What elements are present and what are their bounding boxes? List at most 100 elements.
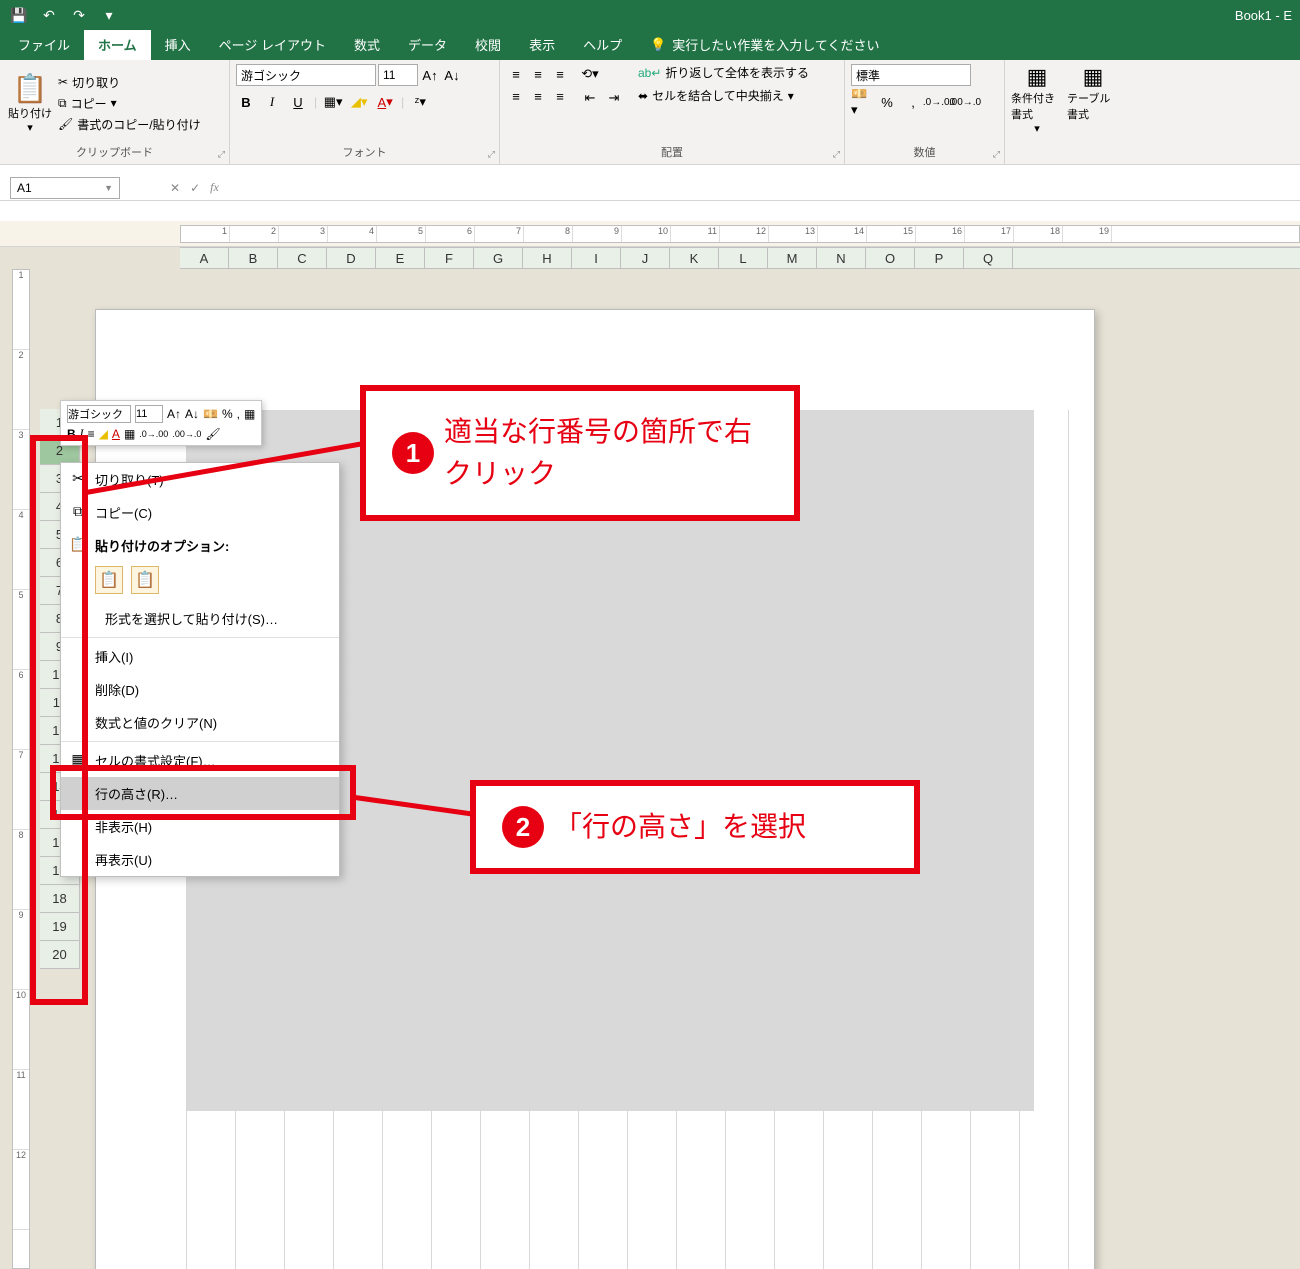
align-center-icon[interactable]: ≡ — [528, 86, 548, 106]
paste-option-2[interactable]: 📋 — [131, 566, 159, 594]
orientation-button[interactable]: ⟲▾ — [580, 64, 600, 84]
tab-home[interactable]: ホーム — [84, 29, 151, 60]
mini-bold[interactable]: B — [67, 427, 76, 441]
mini-font-color-icon[interactable]: A — [112, 427, 120, 441]
paste-option-1[interactable]: 📋 — [95, 566, 123, 594]
fill-color-button[interactable]: ◢▾ — [349, 92, 369, 112]
name-box[interactable]: A1 ▼ — [10, 177, 120, 199]
col-header[interactable]: B — [229, 248, 278, 268]
ctx-unhide[interactable]: 再表示(U) — [61, 843, 339, 876]
col-header[interactable]: O — [866, 248, 915, 268]
border-icon[interactable]: ▦ — [244, 407, 255, 421]
percent-button[interactable]: % — [877, 92, 897, 112]
col-header[interactable]: P — [915, 248, 964, 268]
mini-fill-icon[interactable]: ◢ — [99, 427, 108, 441]
increase-font-icon[interactable]: A↑ — [420, 65, 440, 85]
mini-dec2-icon[interactable]: .00→.0 — [172, 429, 201, 439]
table-format-button[interactable]: ▦ テーブル書式 — [1067, 64, 1119, 160]
tell-me-search[interactable]: 💡 実行したい作業を入力してください — [636, 29, 893, 60]
mini-italic[interactable]: I — [80, 426, 84, 441]
currency-icon[interactable]: 💴 — [203, 407, 218, 421]
wrap-text-button[interactable]: ab↵折り返して全体を表示する — [638, 64, 809, 81]
col-header[interactable]: F — [425, 248, 474, 268]
border-button[interactable]: ▦▾ — [323, 92, 343, 112]
decrease-font-icon[interactable]: A↓ — [185, 407, 199, 421]
bold-button[interactable]: B — [236, 92, 256, 112]
increase-decimal-icon[interactable]: .0→.00 — [929, 92, 949, 112]
tab-insert[interactable]: 挿入 — [151, 29, 205, 60]
tab-review[interactable]: 校閲 — [461, 29, 515, 60]
number-format-select[interactable] — [851, 64, 971, 86]
ctx-insert[interactable]: 挿入(I) — [61, 640, 339, 673]
qat-customize[interactable]: ▾ — [98, 4, 120, 26]
tab-file[interactable]: ファイル — [4, 29, 84, 60]
tab-view[interactable]: 表示 — [515, 29, 569, 60]
comma-button[interactable]: , — [903, 92, 923, 112]
ctx-delete[interactable]: 削除(D) — [61, 673, 339, 706]
cancel-icon[interactable]: ✕ — [170, 181, 180, 195]
col-header[interactable]: M — [768, 248, 817, 268]
font-size-select[interactable] — [378, 64, 418, 86]
col-header[interactable]: Q — [964, 248, 1013, 268]
decrease-indent-icon[interactable]: ⇤ — [580, 88, 600, 108]
ctx-format-cells[interactable]: ▦セルの書式設定(F)… — [61, 744, 339, 777]
currency-button[interactable]: 💴▾ — [851, 92, 871, 112]
align-middle-icon[interactable]: ≡ — [528, 64, 548, 84]
conditional-format-button[interactable]: ▦ 条件付き書式▾ — [1011, 64, 1063, 160]
mini-border-icon[interactable]: ▦ — [124, 427, 135, 441]
increase-font-icon[interactable]: A↑ — [167, 407, 181, 421]
mini-brush-icon[interactable]: 🖌 — [205, 427, 220, 441]
mini-font-size[interactable] — [135, 405, 163, 423]
row-header[interactable]: 18 — [40, 885, 80, 913]
phonetic-button[interactable]: ᶻ▾ — [410, 92, 430, 112]
col-header[interactable]: E — [376, 248, 425, 268]
col-header[interactable]: C — [278, 248, 327, 268]
align-right-icon[interactable]: ≡ — [550, 86, 570, 106]
decrease-font-icon[interactable]: A↓ — [442, 65, 462, 85]
col-header[interactable]: H — [523, 248, 572, 268]
italic-button[interactable]: I — [262, 92, 282, 112]
col-header[interactable]: N — [817, 248, 866, 268]
tab-page-layout[interactable]: ページ レイアウト — [205, 29, 340, 60]
save-button[interactable]: 💾 — [8, 4, 30, 26]
enter-icon[interactable]: ✓ — [190, 181, 200, 195]
col-header[interactable]: A — [180, 248, 229, 268]
ctx-hide[interactable]: 非表示(H) — [61, 810, 339, 843]
row-header[interactable]: 19 — [40, 913, 80, 941]
ctx-paste-special[interactable]: 形式を選択して貼り付け(S)… — [61, 602, 339, 635]
tab-help[interactable]: ヘルプ — [569, 29, 636, 60]
font-name-select[interactable] — [236, 64, 376, 86]
align-left-icon[interactable]: ≡ — [506, 86, 526, 106]
tab-formulas[interactable]: 数式 — [340, 29, 394, 60]
merge-center-button[interactable]: ⬌セルを結合して中央揃え ▾ — [638, 87, 809, 104]
col-header[interactable]: I — [572, 248, 621, 268]
increase-indent-icon[interactable]: ⇥ — [604, 88, 624, 108]
col-header[interactable]: D — [327, 248, 376, 268]
mini-align-icon[interactable]: ≡ — [88, 427, 95, 441]
decrease-decimal-icon[interactable]: .00→.0 — [955, 92, 975, 112]
align-bottom-icon[interactable]: ≡ — [550, 64, 570, 84]
ctx-clear[interactable]: 数式と値のクリア(N) — [61, 706, 339, 739]
cut-button[interactable]: ✂切り取り — [58, 74, 201, 91]
align-top-icon[interactable]: ≡ — [506, 64, 526, 84]
percent-icon[interactable]: % — [222, 407, 233, 421]
mini-font-select[interactable] — [67, 405, 131, 423]
fx-icon[interactable]: fx — [210, 180, 219, 195]
redo-button[interactable]: ↷ — [68, 4, 90, 26]
undo-button[interactable]: ↶ — [38, 4, 60, 26]
format-painter-button[interactable]: 🖌書式のコピー/貼り付け — [58, 116, 201, 133]
font-color-button[interactable]: A▾ — [375, 92, 395, 112]
comma-icon[interactable]: , — [237, 407, 240, 421]
copy-button[interactable]: ⧉コピー ▾ — [58, 95, 201, 112]
col-header[interactable]: K — [670, 248, 719, 268]
underline-button[interactable]: U — [288, 92, 308, 112]
tab-data[interactable]: データ — [394, 29, 461, 60]
row-header[interactable]: 20 — [40, 941, 80, 969]
mini-dec-icon[interactable]: .0→.00 — [139, 429, 168, 439]
ctx-row-height[interactable]: 行の高さ(R)… — [61, 777, 339, 810]
ctx-copy[interactable]: ⧉コピー(C) — [61, 496, 339, 529]
paste-button[interactable]: 📋 貼り付け ▾ — [6, 64, 54, 142]
col-header[interactable]: J — [621, 248, 670, 268]
col-header[interactable]: L — [719, 248, 768, 268]
col-header[interactable]: G — [474, 248, 523, 268]
